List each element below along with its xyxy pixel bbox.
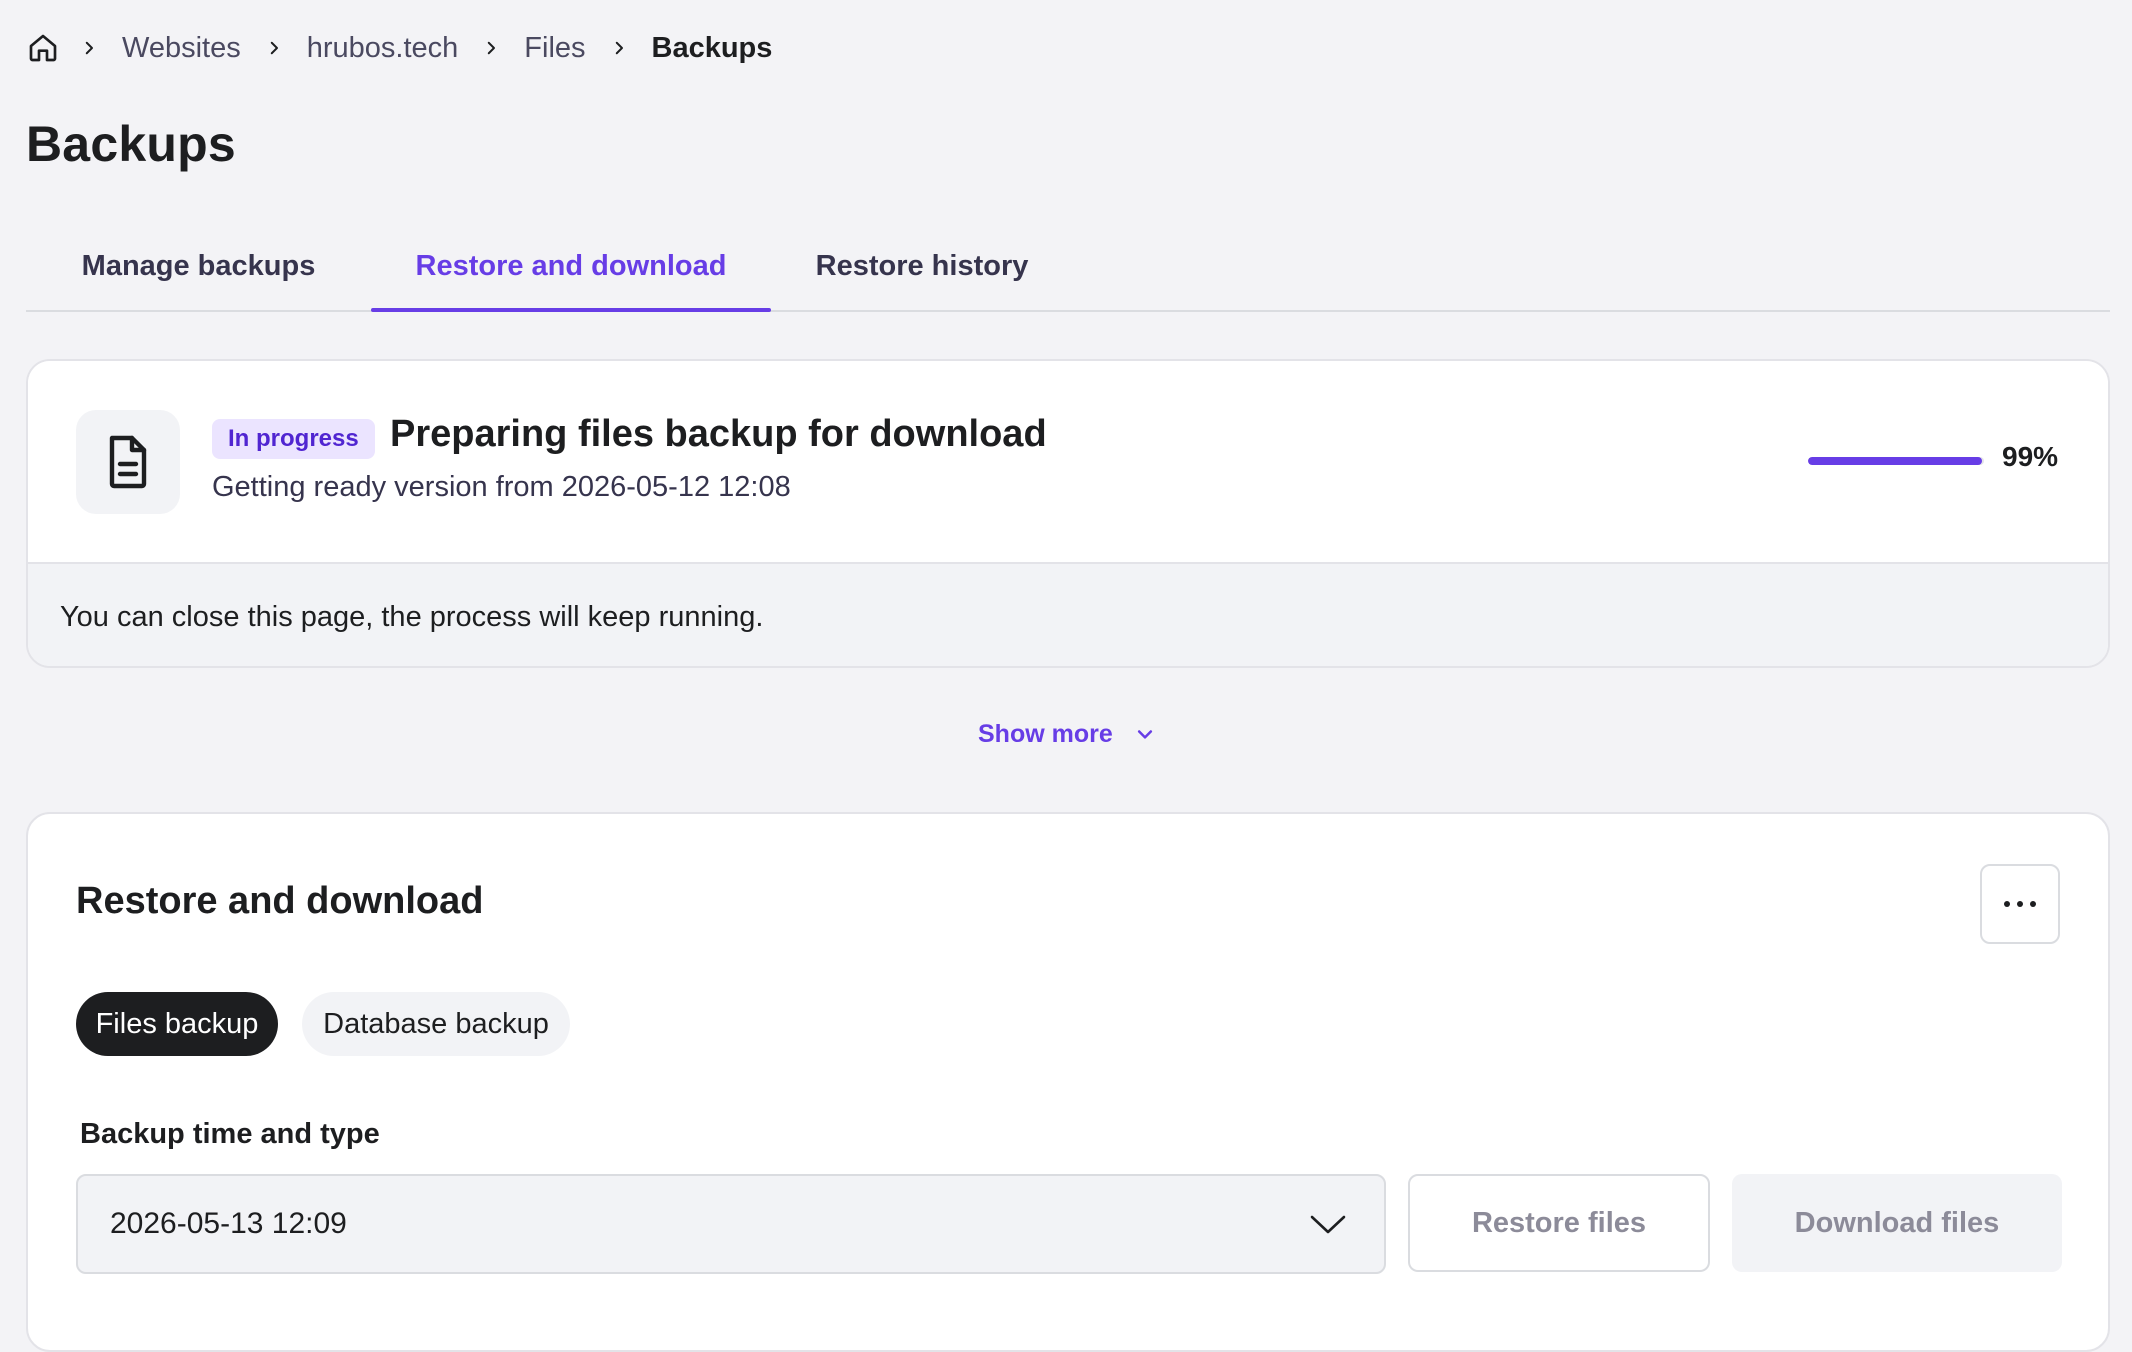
progress-percent: 99%: [2002, 441, 2059, 472]
file-document-icon: [76, 410, 180, 514]
progress-note: You can close this page, the process wil…: [28, 564, 2108, 666]
breadcrumb: Websites hrubos.tech Files Backups: [26, 26, 794, 70]
more-options-button[interactable]: [1980, 864, 2060, 944]
breadcrumb-websites[interactable]: Websites: [122, 32, 241, 65]
chevron-down-icon: [1308, 1210, 1348, 1238]
chevron-right-icon: [263, 37, 285, 59]
backup-time-value: 2026-05-13 12:09: [110, 1207, 347, 1240]
restore-card-title: Restore and download: [76, 880, 484, 922]
files-backup-chip[interactable]: Files backup: [76, 992, 278, 1056]
backup-time-label: Backup time and type: [80, 1118, 380, 1150]
backup-time-select[interactable]: 2026-05-13 12:09: [76, 1174, 1386, 1274]
more-horizontal-icon: [2003, 895, 2037, 913]
progress-card-header: In progress Preparing files backup for d…: [28, 361, 2108, 564]
tab-restore-history[interactable]: Restore history: [771, 223, 1073, 310]
download-files-button[interactable]: Download files: [1732, 1174, 2062, 1272]
chevron-down-icon: [1135, 723, 1157, 745]
home-icon[interactable]: [26, 31, 60, 65]
backup-progress-card: In progress Preparing files backup for d…: [26, 359, 2110, 668]
show-more-button[interactable]: Show more: [978, 714, 1157, 754]
restore-download-card: Restore and download Files backup Databa…: [26, 812, 2110, 1352]
tab-bar: Manage backups Restore and download Rest…: [26, 223, 2110, 312]
chevron-right-icon: [480, 37, 502, 59]
chevron-right-icon: [608, 37, 630, 59]
breadcrumb-domain[interactable]: hrubos.tech: [307, 32, 459, 65]
breadcrumb-current: Backups: [651, 31, 773, 64]
restore-files-button[interactable]: Restore files: [1408, 1174, 1710, 1272]
progress-title: Preparing files backup for download: [390, 413, 1047, 455]
database-backup-chip[interactable]: Database backup: [302, 992, 570, 1056]
tab-restore-and-download[interactable]: Restore and download: [371, 223, 771, 312]
progress-subtitle: Getting ready version from 2026-05-12 12…: [212, 471, 791, 503]
progress-bar: [1808, 457, 1984, 465]
progress-bar-fill: [1808, 457, 1983, 465]
chevron-right-icon: [78, 37, 100, 59]
tab-manage-backups[interactable]: Manage backups: [26, 223, 371, 310]
page: Websites hrubos.tech Files Backups Backu…: [0, 0, 2132, 1352]
status-badge: In progress: [212, 419, 375, 459]
page-title: Backups: [26, 116, 236, 172]
breadcrumb-files[interactable]: Files: [524, 32, 585, 65]
show-more-label: Show more: [978, 719, 1113, 748]
